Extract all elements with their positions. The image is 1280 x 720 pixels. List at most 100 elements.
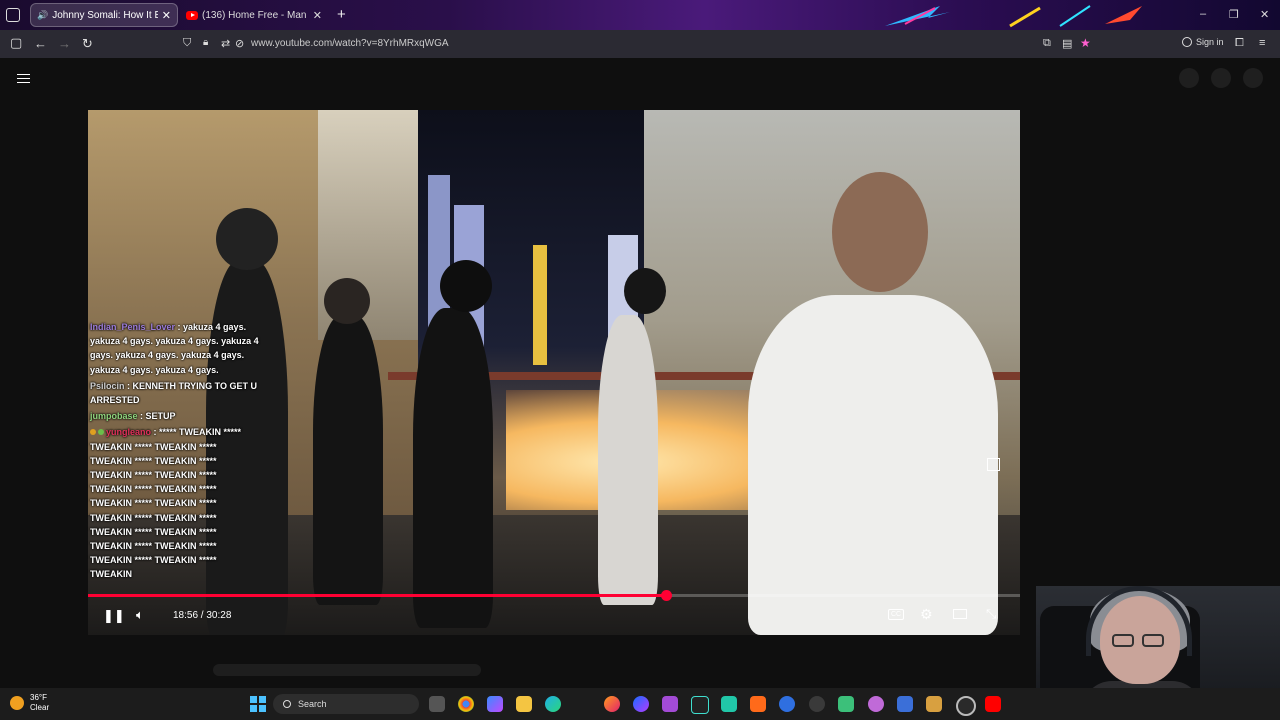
copilot2-icon[interactable] <box>779 696 795 712</box>
search-label: Search <box>298 699 327 709</box>
address-bar[interactable]: www.youtube.com/watch?v=8YrhMRxqWGA <box>251 38 449 49</box>
chat-username: Indian_Penis_Lover <box>90 322 176 332</box>
chat-username: yungleano <box>106 427 152 438</box>
youtube-favicon-icon <box>186 10 198 20</box>
person <box>598 315 658 605</box>
tab-list-icon[interactable] <box>6 8 20 22</box>
reader-view-icon[interactable]: ▤ <box>1062 37 1072 50</box>
person-head <box>624 268 666 314</box>
firefox-icon[interactable] <box>604 696 620 712</box>
time-current: 18:56 <box>173 610 199 621</box>
time-total: 30:28 <box>206 610 232 621</box>
weather-widget[interactable]: 36°F Clear <box>10 693 49 713</box>
tab-title: (136) Home Free - Man of Con <box>202 9 309 21</box>
weather-sun-icon <box>10 696 24 710</box>
close-window-button[interactable]: ✕ <box>1260 8 1269 21</box>
person-head <box>832 172 928 292</box>
scrubber-handle[interactable] <box>660 590 672 601</box>
person <box>748 295 998 635</box>
placeholder-circle <box>1211 68 1231 88</box>
taskbar-search[interactable]: Search <box>273 694 419 714</box>
chrome-icon[interactable] <box>458 696 474 712</box>
audio-playing-icon[interactable]: 🔊 <box>37 10 48 21</box>
windows-start-icon[interactable] <box>250 696 266 712</box>
bookmark-star-icon[interactable]: ★ <box>1080 36 1091 50</box>
person-head <box>324 278 370 324</box>
app-p-icon[interactable] <box>662 696 678 712</box>
progress-fill <box>88 594 666 597</box>
tab-johnny-somali[interactable]: 🔊 Johnny Somali: How It Ende ✕ <box>30 3 178 27</box>
building <box>533 245 547 365</box>
brave-icon[interactable] <box>750 696 766 712</box>
pip-icon[interactable]: ⧉ <box>1043 37 1051 50</box>
notepad-icon[interactable] <box>897 696 913 712</box>
person-head <box>440 260 492 312</box>
browser-nav-bar: ▢ ← → ↻ ⛉ 🔒︎ ⇄ ⊘ www.youtube.com/watch?v… <box>0 30 1280 58</box>
folder-icon[interactable] <box>516 696 532 712</box>
chat-message: yungleano : ***** TWEAKIN ***** TWEAKIN … <box>90 425 260 581</box>
browser-tab-bar: 🔊 Johnny Somali: How It Ende ✕ (136) Hom… <box>0 0 1280 30</box>
sign-in-button[interactable]: Sign in <box>1182 37 1224 47</box>
close-tab-icon[interactable]: ✕ <box>313 9 322 22</box>
sign-in-label: Sign in <box>1196 37 1224 47</box>
shield-icon[interactable]: ⛉ <box>183 37 191 50</box>
badge-icon <box>98 429 104 436</box>
sidebar-icon[interactable]: ▢ <box>10 35 22 51</box>
forward-icon[interactable]: → <box>58 36 71 51</box>
exit-fullscreen-icon[interactable]: ⤡ <box>986 606 996 622</box>
loading-placeholder-bar <box>213 664 481 676</box>
person <box>313 315 383 605</box>
time-display: 18:56 / 30:28 <box>173 610 231 621</box>
edge-icon[interactable] <box>545 696 561 712</box>
autoplay-blocked-icon[interactable]: ⊘ <box>235 37 244 50</box>
exit-fullscreen-overlay-icon[interactable] <box>987 458 1000 471</box>
maximize-button[interactable]: ❐ <box>1229 8 1239 21</box>
ai-icon[interactable] <box>838 696 854 712</box>
tab-title: Johnny Somali: How It Ende <box>52 9 158 21</box>
files-icon[interactable] <box>429 696 445 712</box>
settings-gear-icon[interactable]: ⚙ <box>920 606 933 623</box>
weather-temp: 36°F <box>30 693 47 702</box>
placeholder-circle <box>1179 68 1199 88</box>
reload-icon[interactable]: ↻ <box>82 36 93 52</box>
person-head <box>216 208 278 270</box>
messenger-icon[interactable] <box>633 696 649 712</box>
back-icon[interactable]: ← <box>34 36 47 51</box>
minimize-button[interactable]: – <box>1200 8 1206 20</box>
copilot-icon[interactable] <box>487 696 503 712</box>
obs-icon[interactable] <box>956 696 976 716</box>
chat-username: Psilocin <box>90 380 125 391</box>
volume-icon[interactable]: 🔈︎ <box>136 607 144 623</box>
waveform-icon[interactable] <box>691 696 709 714</box>
character-icon[interactable] <box>926 696 942 712</box>
chat-overlay: Indian_Penis_Lover : yakuza 4 gays. yaku… <box>90 320 260 584</box>
new-tab-button[interactable]: + <box>337 6 346 23</box>
chat-text: : ***** TWEAKIN ***** TWEAKIN ***** TWEA… <box>90 427 242 580</box>
theme-decoration <box>885 5 1142 28</box>
person <box>413 308 493 628</box>
badge-icon <box>90 429 96 436</box>
discord-icon[interactable] <box>721 696 737 712</box>
hamburger-icon[interactable] <box>17 71 30 86</box>
game-icon[interactable] <box>868 696 884 712</box>
app-menu-icon[interactable]: ≡ <box>1259 37 1265 49</box>
chat-message: Psilocin : KENNETH TRYING TO GET U ARRES… <box>90 379 260 407</box>
chat-message: jumpobase : SETUP <box>90 409 260 423</box>
progress-bar[interactable] <box>88 590 1020 601</box>
pause-icon[interactable]: ❚❚ <box>103 608 125 624</box>
steam-icon[interactable] <box>809 696 825 712</box>
chat-message: Indian_Penis_Lover : yakuza 4 gays. yaku… <box>90 320 260 377</box>
chat-username: jumpobase <box>90 411 138 422</box>
glasses <box>1112 634 1168 648</box>
lock-icon[interactable]: 🔒︎ <box>203 37 208 48</box>
weather-desc: Clear <box>30 703 50 712</box>
miniplayer-icon[interactable] <box>953 609 967 619</box>
tab-home-free[interactable]: (136) Home Free - Man of Con ✕ <box>180 3 328 27</box>
account-icon <box>1182 37 1192 47</box>
permissions-icon[interactable]: ⇄ <box>221 37 230 50</box>
captions-icon[interactable]: CC <box>888 609 905 620</box>
extensions-icon[interactable]: ⧠ <box>1235 37 1244 50</box>
close-tab-icon[interactable]: ✕ <box>162 9 171 22</box>
youtube-icon[interactable] <box>985 696 1001 712</box>
weather-text: 36°F Clear <box>30 693 49 713</box>
